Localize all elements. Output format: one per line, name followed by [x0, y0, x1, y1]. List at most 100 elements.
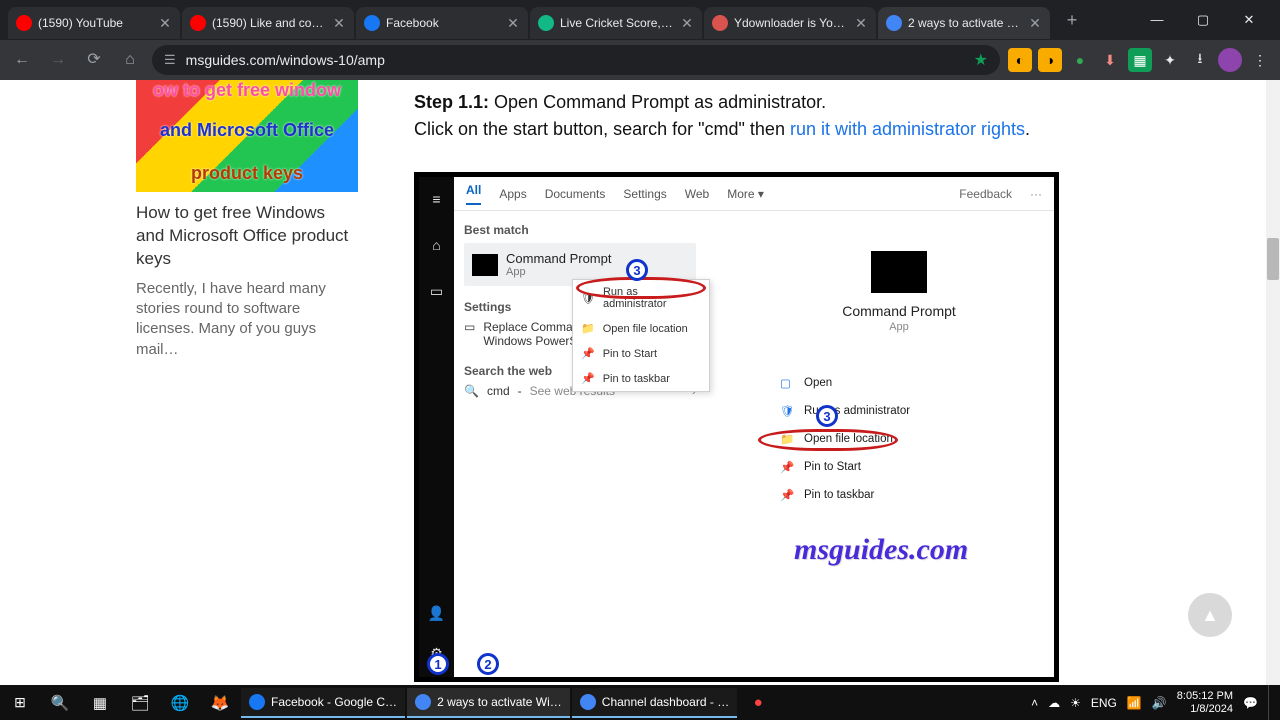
taskbar-app-msguides[interactable]: 2 ways to activate Wi…	[407, 688, 570, 718]
address-bar[interactable]: ☰ msguides.com/windows-10/amp ★	[152, 45, 1000, 75]
shield-icon: 🛡	[780, 404, 794, 418]
network-icon[interactable]: 📶	[1127, 696, 1142, 710]
related-article-thumbnail: ow to get free window and Microsoft Offi…	[136, 80, 358, 192]
chrome-menu-icon[interactable]: ⋮	[1248, 48, 1272, 72]
clock-time: 8:05:12 PM	[1177, 690, 1233, 702]
volume-icon[interactable]: 🔊	[1152, 696, 1167, 710]
chrome-window-icon	[415, 694, 431, 710]
action-pin-taskbar: 📌Pin to taskbar	[780, 481, 1038, 509]
tab-title: (1590) Like and com…	[212, 16, 326, 30]
start-button[interactable]: ⊞	[0, 685, 40, 720]
taskbar-app-facebook[interactable]: Facebook - Google C…	[241, 688, 405, 718]
clock-date: 1/8/2024	[1177, 703, 1233, 715]
close-icon[interactable]: ✕	[332, 16, 346, 30]
ctx-pin-start: 📌Pin to Start	[573, 341, 709, 366]
home-button[interactable]: ⌂	[116, 46, 144, 74]
ctx-label: Open file location	[603, 323, 688, 335]
filter-documents: Documents	[545, 187, 606, 201]
action-label: Pin to Start	[804, 461, 861, 473]
pin-icon: 📌	[780, 488, 794, 502]
step-instruction: Click on the start button, search for "c…	[414, 119, 1059, 140]
ctx-open-location: 📁Open file location	[573, 316, 709, 341]
taskbar-app-channel[interactable]: Channel dashboard - …	[572, 688, 737, 718]
close-icon[interactable]: ✕	[1028, 16, 1042, 30]
vertical-scrollbar[interactable]	[1266, 80, 1280, 685]
action-pin-start: 📌Pin to Start	[780, 453, 1038, 481]
taskbar-app-label: Facebook - Google C…	[271, 695, 397, 709]
tab-ydownloader[interactable]: Ydownloader is Your… ✕	[704, 7, 876, 39]
windows-search-rail: ≡ ⌂ ▭ 👤 ⚙	[419, 177, 454, 677]
reload-button[interactable]: ⟳	[80, 46, 108, 74]
filter-all: All	[466, 183, 481, 205]
taskbar-clock[interactable]: 8:05:12 PM 1/8/2024	[1177, 690, 1233, 714]
profile-avatar[interactable]	[1218, 48, 1242, 72]
facebook-icon	[364, 15, 380, 31]
tray-icon[interactable]: ☁	[1048, 696, 1060, 710]
minimize-button[interactable]: —	[1134, 4, 1180, 36]
tray-icon[interactable]: ☀	[1070, 696, 1081, 710]
related-article-card[interactable]: ow to get free window and Microsoft Offi…	[136, 80, 358, 360]
scrollbar-thumb[interactable]	[1267, 238, 1279, 280]
browser-toolbar: ← → ⟳ ⌂ ☰ msguides.com/windows-10/amp ★ …	[0, 40, 1280, 80]
search-preview-pane: Command Prompt App ▢Open 🛡Run as adminis…	[744, 211, 1054, 677]
tray-overflow-icon[interactable]: ˄	[1031, 696, 1038, 710]
action-label: Run as administrator	[804, 405, 910, 417]
close-icon[interactable]: ✕	[680, 16, 694, 30]
tab-facebook[interactable]: Facebook ✕	[356, 7, 528, 39]
back-button[interactable]: ←	[8, 46, 36, 74]
tab-title: 2 ways to activate Wi…	[908, 16, 1022, 30]
recording-indicator-icon[interactable]: ●	[738, 685, 778, 720]
taskbar-search-icon[interactable]: 🔍	[40, 685, 80, 720]
pin-icon: 📌	[581, 372, 595, 385]
step-text: Open Command Prompt as administrator.	[489, 92, 826, 112]
close-icon[interactable]: ✕	[854, 16, 868, 30]
close-icon[interactable]: ✕	[158, 16, 172, 30]
extension-icon[interactable]: ●	[1068, 48, 1092, 72]
language-indicator[interactable]: ENG	[1091, 696, 1117, 710]
system-tray: ˄ ☁ ☀ ENG 📶 🔊 8:05:12 PM 1/8/2024 💬	[1031, 685, 1280, 720]
tab-cricket[interactable]: Live Cricket Score, Sc… ✕	[530, 7, 702, 39]
ctx-run-admin: 🛡Run as administrator	[573, 280, 709, 316]
settings-item-icon: ▭	[464, 320, 475, 334]
extensions-menu-icon[interactable]: ✦	[1158, 48, 1182, 72]
extension-icon[interactable]: ⬇	[1098, 48, 1122, 72]
run-admin-link[interactable]: run it with administrator rights	[790, 119, 1025, 139]
firefox-icon[interactable]: 🦊	[200, 685, 240, 720]
maximize-button[interactable]: ▢	[1180, 4, 1226, 36]
task-view-icon[interactable]: ▦	[80, 685, 120, 720]
taskbar-app-label: 2 ways to activate Wi…	[437, 695, 562, 709]
show-desktop-button[interactable]	[1268, 685, 1274, 720]
tab-youtube-2[interactable]: (1590) Like and com… ✕	[182, 7, 354, 39]
close-window-button[interactable]: ✕	[1226, 4, 1272, 36]
tab-youtube[interactable]: (1590) YouTube ✕	[8, 7, 180, 39]
scroll-to-top-button[interactable]: ▲	[1188, 593, 1232, 637]
open-icon: ▢	[780, 376, 794, 390]
cmd-icon	[472, 254, 498, 276]
extension-icon[interactable]: ◑	[1038, 48, 1062, 72]
site-icon	[886, 15, 902, 31]
file-explorer-icon[interactable]: 🗂	[120, 685, 160, 720]
forward-button[interactable]: →	[44, 46, 72, 74]
site-icon	[712, 15, 728, 31]
extension-icon[interactable]: ▦	[1128, 48, 1152, 72]
tab-title: Facebook	[386, 16, 500, 30]
notifications-icon[interactable]: 💬	[1243, 696, 1258, 710]
article-figure: ≡ ⌂ ▭ 👤 ⚙ All Apps Documents Settings We…	[414, 172, 1059, 682]
extension-icon[interactable]: ◐	[1008, 48, 1032, 72]
tab-title: (1590) YouTube	[38, 16, 152, 30]
downloads-icon[interactable]: ⭳	[1188, 48, 1212, 72]
tab-msguides[interactable]: 2 ways to activate Wi… ✕	[878, 7, 1050, 39]
search-filter-tabs: All Apps Documents Settings Web More ▾ F…	[454, 177, 1054, 211]
action-open-location: 📁Open file location	[780, 425, 1038, 453]
window-controls: — ▢ ✕	[1134, 4, 1272, 36]
thumb-text: product keys	[136, 163, 358, 184]
ctx-label: Pin to Start	[603, 348, 657, 360]
edge-icon[interactable]: 🌐	[160, 685, 200, 720]
new-tab-button[interactable]: +	[1058, 6, 1086, 34]
close-icon[interactable]: ✕	[506, 16, 520, 30]
bookmark-star-icon[interactable]: ★	[974, 50, 988, 70]
page-viewport: ow to get free window and Microsoft Offi…	[0, 80, 1266, 685]
ctx-label: Pin to taskbar	[603, 373, 670, 385]
site-info-icon[interactable]: ☰	[164, 52, 176, 68]
article-body: Step 1.1: Open Command Prompt as adminis…	[414, 92, 1059, 140]
